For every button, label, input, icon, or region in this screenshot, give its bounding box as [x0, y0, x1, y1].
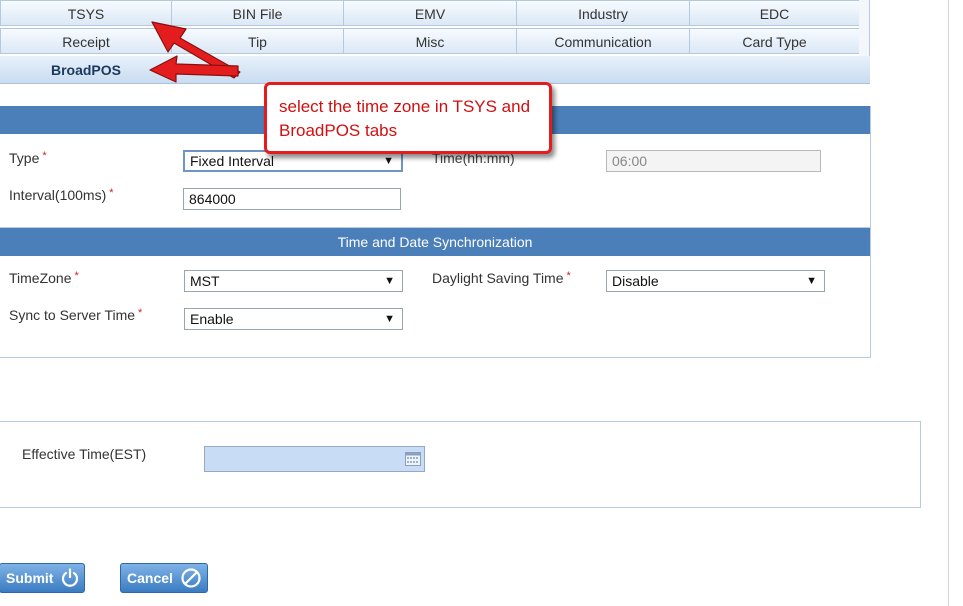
timezone-select[interactable]: MST ▼ — [184, 270, 403, 292]
dst-select[interactable]: Disable ▼ — [606, 270, 825, 292]
dst-label: Daylight Saving Time * — [432, 270, 571, 286]
sync-server-label: Sync to Server Time * — [9, 307, 143, 323]
effective-time-input[interactable] — [204, 446, 425, 472]
sync-server-select[interactable]: Enable ▼ — [184, 308, 403, 330]
annotation-callout: select the time zone in TSYS and BroadPO… — [264, 82, 552, 154]
interval-label: Interval(100ms) * — [9, 187, 114, 203]
calendar-icon[interactable] — [405, 452, 421, 466]
tab-bin-file[interactable]: BIN File — [171, 0, 344, 26]
effective-time-label: Effective Time(EST) — [22, 446, 147, 462]
timezone-label: TimeZone * — [9, 270, 79, 286]
dropdown-arrow-icon: ▼ — [383, 155, 394, 167]
power-icon — [61, 568, 79, 587]
dropdown-arrow-icon: ▼ — [384, 313, 395, 325]
tab-misc[interactable]: Misc — [343, 28, 517, 54]
tab-card-type[interactable]: Card Type — [689, 28, 860, 54]
tab-edc[interactable]: EDC — [689, 0, 860, 26]
time-sync-header: Time and Date Synchronization — [0, 228, 870, 256]
dropdown-arrow-icon: ▼ — [384, 275, 395, 287]
tab-communication[interactable]: Communication — [516, 28, 690, 54]
dropdown-arrow-icon: ▼ — [806, 275, 817, 287]
tab-tip[interactable]: Tip — [171, 28, 344, 54]
tab-emv[interactable]: EMV — [343, 0, 517, 26]
page-right-border — [948, 0, 949, 606]
tab-receipt[interactable]: Receipt — [0, 28, 172, 54]
submit-button[interactable]: Submit — [0, 563, 85, 593]
tab-industry[interactable]: Industry — [516, 0, 690, 26]
tab-strip-end — [859, 0, 870, 56]
type-label: Type * — [9, 150, 47, 166]
cancel-button[interactable]: Cancel — [120, 563, 208, 593]
time-input[interactable]: 06:00 — [606, 150, 821, 172]
tab-broadpos[interactable]: BroadPOS — [0, 56, 172, 84]
interval-input[interactable]: 864000 — [183, 188, 401, 210]
effective-time-panel — [0, 421, 921, 508]
cancel-icon — [181, 568, 201, 588]
tab-tsys[interactable]: TSYS — [0, 0, 172, 26]
